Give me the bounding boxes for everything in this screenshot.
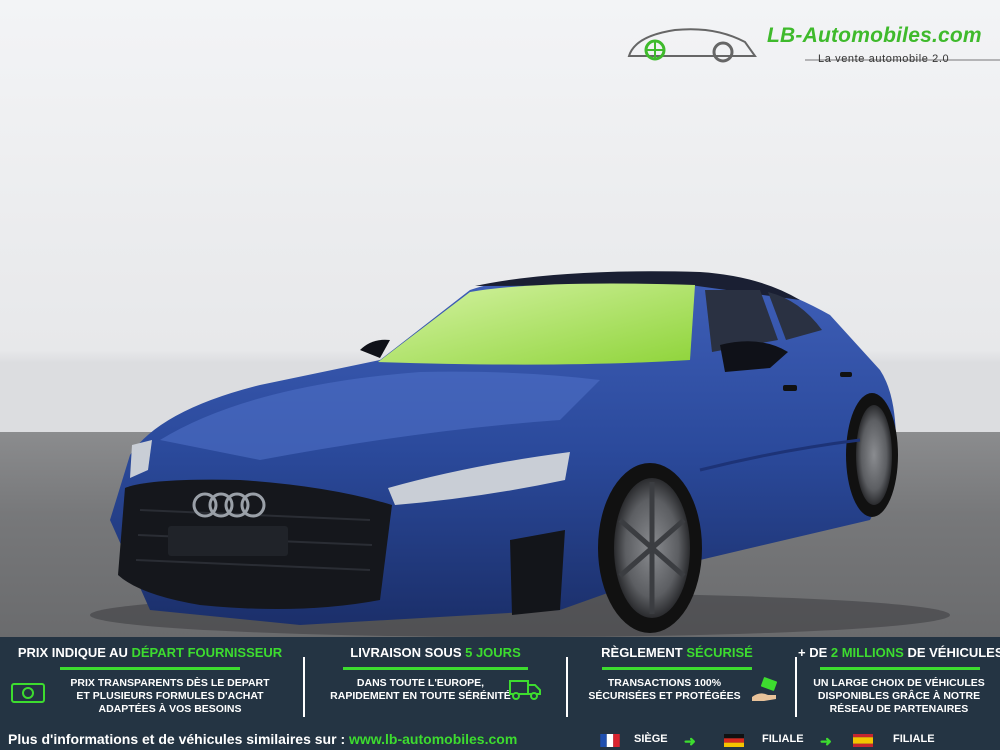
flag-france-icon [600, 734, 620, 747]
location-label: FILIALE [893, 733, 935, 745]
divider [303, 657, 305, 717]
title-underline [820, 667, 980, 670]
location-label: SIÈGE [634, 733, 668, 745]
features-band: PRIX INDIQUE AU DÉPART FOURNISSEUR PRIX … [0, 637, 1000, 750]
divider [566, 657, 568, 717]
feature-vehicle-choice: + DE 2 MILLIONS DE VÉHICULES UN LARGE CH… [798, 637, 1000, 725]
title-underline [602, 667, 752, 670]
feature-title: PRIX INDIQUE AU DÉPART FOURNISSEUR [17, 645, 283, 660]
title-underline [60, 667, 240, 670]
feature-title: + DE 2 MILLIONS DE VÉHICULES [798, 645, 1000, 660]
feature-title: RÈGLEMENT SÉCURISÉ [601, 645, 753, 660]
flag-spain-icon [853, 734, 873, 747]
money-icon [11, 683, 45, 703]
feature-delivery: LIVRAISON SOUS 5 JOURS DANS TOUTE L'EURO… [308, 637, 563, 725]
feature-secure-payment: RÈGLEMENT SÉCURISÉ TRANSACTIONS 100% SÉCU… [572, 637, 782, 725]
blue-sedan-illustration [90, 271, 950, 637]
footer-info: Plus d'informations et de véhicules simi… [8, 731, 518, 747]
footer-bar: Plus d'informations et de véhicules simi… [0, 730, 1000, 750]
location-label: FILIALE [762, 733, 804, 745]
website-link[interactable]: www.lb-automobiles.com [349, 731, 517, 747]
brand-tagline: La vente automobile 2.0 [818, 53, 950, 65]
feature-description: PRIX TRANSPARENTS DÈS LE DEPART ET PLUSIE… [70, 677, 270, 715]
flag-germany-icon [724, 734, 744, 747]
feature-supplier-price: PRIX INDIQUE AU DÉPART FOURNISSEUR PRIX … [0, 637, 300, 725]
arrow-right-icon: ➜ [820, 733, 832, 749]
title-underline [343, 667, 528, 670]
feature-title: LIVRAISON SOUS 5 JOURS [350, 645, 521, 660]
feature-description: DANS TOUTE L'EUROPE, RAPIDEMENT EN TOUTE … [330, 677, 511, 702]
arrow-right-icon: ➜ [684, 733, 696, 749]
divider [795, 657, 797, 717]
feature-description: UN LARGE CHOIX DE VÉHICULES DISPONIBLES G… [813, 677, 985, 715]
truck-icon [509, 680, 541, 700]
payment-hand-icon [752, 677, 778, 701]
feature-description: TRANSACTIONS 100% SÉCURISÉES ET PROTÉGÉES [588, 677, 741, 702]
brand-name: LB-Automobiles.com [767, 24, 982, 47]
car-photo: LB-Automobiles.com La vente automobile 2… [0, 0, 1000, 637]
